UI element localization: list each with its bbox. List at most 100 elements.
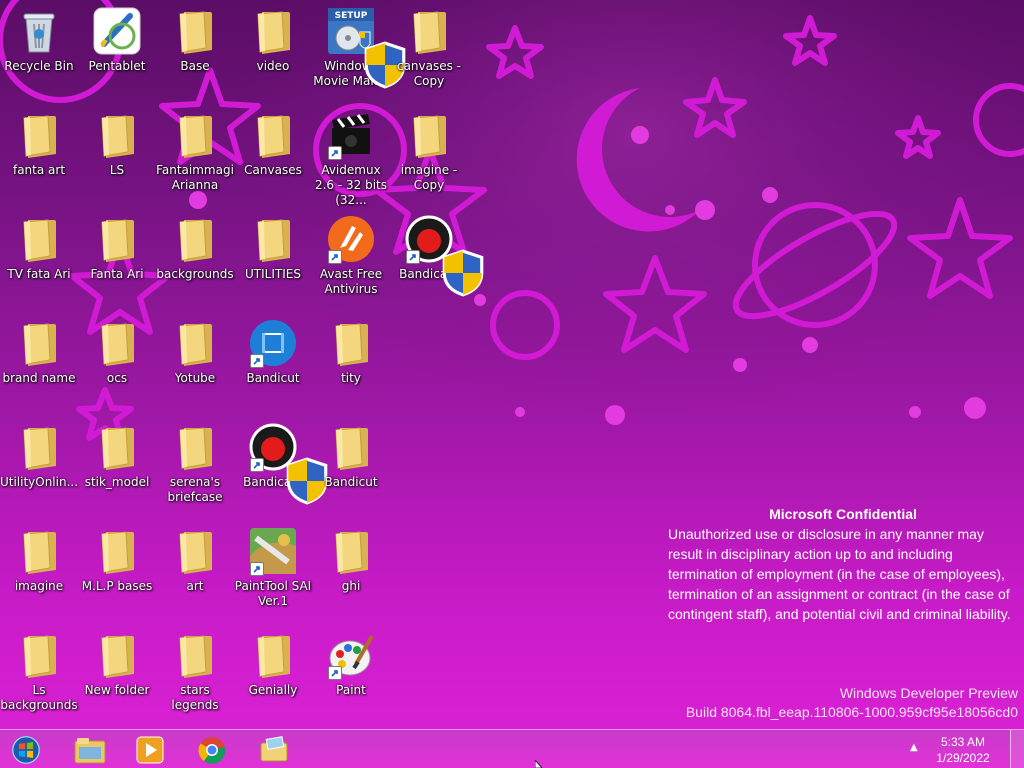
desktop-icon-20[interactable]: Yotube <box>156 312 234 412</box>
windows-orb-icon <box>12 736 40 764</box>
desktop-icon-0[interactable]: Recycle Bin <box>0 0 78 100</box>
uac-shield-icon <box>438 248 484 297</box>
taskbar-explorer-button[interactable] <box>68 733 112 767</box>
desktop-icon-24[interactable]: stik_model <box>78 416 156 516</box>
confidential-title: Microsoft Confidential <box>769 506 917 522</box>
desktop-icon-label: serena's briefcase <box>167 475 223 504</box>
desktop-icon-label: tity <box>341 371 361 385</box>
desktop-icon-18[interactable]: brand name <box>0 312 78 412</box>
build-watermark: Windows Developer Preview Build 8064.fbl… <box>686 684 1018 722</box>
folder-icon <box>404 110 454 160</box>
desktop-icon-4[interactable]: SETUP Windows Movie Mak... <box>312 0 406 100</box>
desktop-icon-label: imagine - Copy <box>400 163 458 192</box>
desktop-icon-label: video <box>256 59 290 73</box>
desktop-icon-label: Avidemux 2.6 - 32 bits (32... <box>314 163 388 207</box>
desktop-icon-6[interactable]: fanta art <box>0 104 78 204</box>
desktop-icon-label: ocs <box>106 371 128 385</box>
folder-icon <box>326 422 376 472</box>
desktop-icon-16[interactable]: Avast Free Antivirus <box>312 208 390 308</box>
folder-icon <box>14 214 64 264</box>
desktop-icon-10[interactable]: Avidemux 2.6 - 32 bits (32... <box>312 104 390 207</box>
desktop-icon-label: fanta art <box>12 163 66 177</box>
desktop-icon-28[interactable]: imagine <box>0 520 78 620</box>
desktop-icon-label: Pentablet <box>88 59 146 73</box>
desktop-icon-21[interactable]: Bandicut <box>234 312 312 412</box>
shortcut-arrow-icon <box>406 250 420 264</box>
desktop-icon-label: M.L.P bases <box>81 579 153 593</box>
desktop-icon-22[interactable]: tity <box>312 312 390 412</box>
folder-icon <box>92 318 142 368</box>
desktop-icon-12[interactable]: TV fata Ari <box>0 208 78 308</box>
desktop-icon-17[interactable]: Bandicam <box>390 208 484 308</box>
folder-icon <box>14 526 64 576</box>
desktop-icon-8[interactable]: Fantaimmagi Arianna <box>156 104 234 204</box>
desktop-icon-11[interactable]: imagine - Copy <box>390 104 468 204</box>
desktop-icon-1[interactable]: Pentablet <box>78 0 156 100</box>
sai-icon <box>248 526 298 576</box>
show-hidden-icons-arrow[interactable]: ▲ <box>910 742 918 753</box>
folder-icon <box>404 6 454 56</box>
shortcut-arrow-icon <box>250 458 264 472</box>
bandicut-icon <box>248 318 298 368</box>
desktop-icon-31[interactable]: PaintTool SAI Ver.1 <box>234 520 312 620</box>
desktop-icon-label: ghi <box>341 579 361 593</box>
taskbar: ▲ 5:33 AM 1/29/2022 <box>0 729 1024 768</box>
show-desktop-button[interactable] <box>1010 730 1024 768</box>
shortcut-arrow-icon <box>250 354 264 368</box>
desktop-icon-35[interactable]: stars legends <box>156 624 234 724</box>
desktop-icon-3[interactable]: video <box>234 0 312 100</box>
desktop-icon-26[interactable]: Bandicam <box>234 416 328 516</box>
folder-icon <box>170 526 220 576</box>
desktop[interactable]: Recycle Bin Pentablet Base video SETUP Window… <box>0 0 484 728</box>
desktop-icon-19[interactable]: ocs <box>78 312 156 412</box>
folder-icon <box>170 6 220 56</box>
desktop-icon-27[interactable]: Bandicut <box>312 416 390 516</box>
taskbar-libraries-button[interactable] <box>252 733 296 767</box>
desktop-icon-23[interactable]: UtilityOnlin... <box>0 416 78 516</box>
folder-icon <box>248 630 298 680</box>
start-button[interactable] <box>4 733 48 767</box>
desktop-icon-2[interactable]: Base <box>156 0 234 100</box>
desktop-icon-label: stik_model <box>84 475 150 489</box>
folder-icon <box>248 110 298 160</box>
desktop-icon-label: Yotube <box>174 371 216 385</box>
desktop-icon-label: Paint <box>336 683 366 697</box>
desktop-icon-label: TV fata Ari <box>7 267 71 281</box>
desktop-icon-label: Fantaimmagi Arianna <box>156 163 234 192</box>
folder-icon <box>326 526 376 576</box>
paint-icon <box>326 630 376 680</box>
desktop-icon-5[interactable]: canvases - Copy <box>390 0 468 100</box>
desktop-icon-15[interactable]: UTILITIES <box>234 208 312 308</box>
taskbar-chrome-button[interactable] <box>190 733 234 767</box>
desktop-icon-label: Genially <box>248 683 298 697</box>
desktop-icon-32[interactable]: ghi <box>312 520 390 620</box>
folder-icon <box>248 6 298 56</box>
desktop-icon-29[interactable]: M.L.P bases <box>78 520 156 620</box>
desktop-icon-13[interactable]: Fanta Ari <box>78 208 156 308</box>
folder-icon <box>92 630 142 680</box>
folder-icon <box>92 526 142 576</box>
desktop-icon-label: imagine <box>14 579 64 593</box>
shortcut-arrow-icon <box>250 562 264 576</box>
desktop-icon-34[interactable]: New folder <box>78 624 156 724</box>
taskbar-media-button[interactable] <box>128 733 172 767</box>
desktop-icon-36[interactable]: Genially <box>234 624 312 724</box>
folder-icon <box>14 422 64 472</box>
folder-icon <box>170 630 220 680</box>
desktop-icon-7[interactable]: LS <box>78 104 156 204</box>
desktop-icon-label: canvases - Copy <box>396 59 462 88</box>
desktop-icon-label: Canvases <box>244 163 302 177</box>
desktop-icon-33[interactable]: Ls backgrounds <box>0 624 78 724</box>
desktop-icon-37[interactable]: Paint <box>312 624 390 724</box>
desktop-icon-label: Base <box>180 59 210 73</box>
desktop-icon-25[interactable]: serena's briefcase <box>156 416 234 516</box>
file-explorer-icon <box>74 738 106 764</box>
pentablet-icon <box>92 6 142 56</box>
desktop-icon-9[interactable]: Canvases <box>234 104 312 204</box>
folder-icon <box>14 110 64 160</box>
system-clock[interactable]: 5:33 AM 1/29/2022 <box>928 734 998 766</box>
desktop-icon-label: New folder <box>84 683 150 697</box>
desktop-icon-14[interactable]: backgrounds <box>156 208 234 308</box>
recycle-bin-icon <box>14 6 64 56</box>
desktop-icon-30[interactable]: art <box>156 520 234 620</box>
